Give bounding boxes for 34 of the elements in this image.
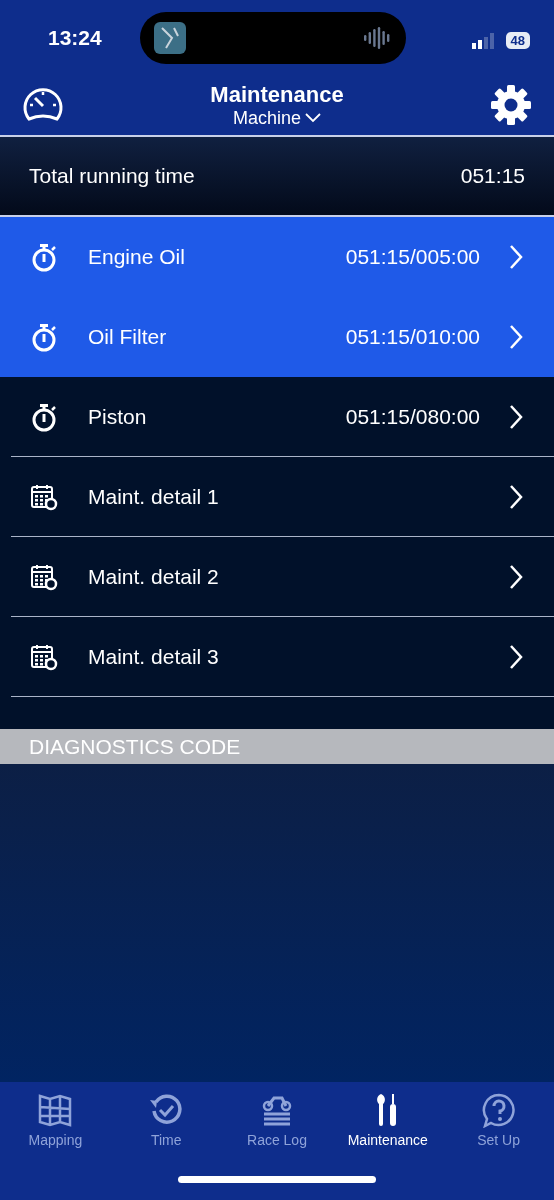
row-value: 051:15/010:00 (345, 324, 480, 349)
screen-title: Maintenance (210, 81, 344, 108)
audio-wave-icon (364, 26, 392, 49)
maintenance-row[interactable]: Engine Oil 051:15/005:00 (0, 217, 554, 297)
summary-label: Total running time (29, 164, 195, 188)
row-label: Engine Oil (88, 244, 186, 269)
calendar-gear-icon (30, 562, 58, 591)
app-icon (154, 21, 186, 54)
stopwatch-icon (30, 321, 58, 352)
machine-dropdown[interactable]: Machine (232, 107, 321, 129)
chevron-down-icon (305, 113, 321, 123)
calendar-gear-icon (30, 482, 58, 511)
speedometer-icon[interactable] (22, 87, 64, 123)
settings-icon[interactable] (490, 84, 532, 126)
status-time: 13:24 (48, 25, 103, 50)
maintenance-row[interactable]: Oil Filter 051:15/010:00 (0, 297, 554, 377)
calendar-gear-icon (30, 642, 58, 671)
row-label: Maint. detail 3 (88, 644, 220, 669)
stopwatch-icon (30, 401, 58, 432)
tab-bar-item[interactable]: Time (111, 1092, 222, 1148)
stopwatch-icon (30, 241, 58, 272)
tab-bar-item[interactable]: Set Up (443, 1092, 554, 1148)
section-header: DIAGNOSTICS CODE (0, 729, 554, 764)
tab-bar-item[interactable]: Race Log (222, 1092, 332, 1148)
row-value: 051:15/080:00 (345, 404, 480, 429)
row-label: Maint. detail 1 (88, 484, 220, 509)
row-label: Maint. detail 2 (88, 564, 220, 589)
row-label: Oil Filter (88, 324, 168, 349)
row-value: 051:15/005:00 (345, 244, 480, 269)
tab-bar-item[interactable]: Mapping (0, 1092, 111, 1148)
battery-level: 48 (505, 32, 530, 49)
tab-bar-item[interactable]: Maintenance (332, 1092, 443, 1148)
summary-value: 051:15 (460, 164, 525, 188)
row-label: Piston (88, 404, 148, 429)
